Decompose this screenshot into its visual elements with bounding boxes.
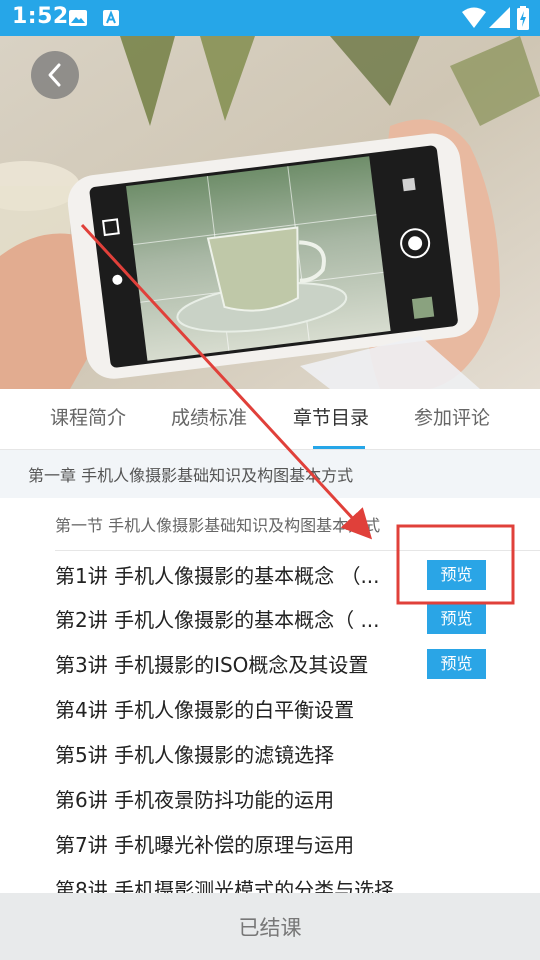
- back-button[interactable]: [31, 51, 79, 99]
- lecture-item-2[interactable]: 第2讲 手机人像摄影的基本概念（ ...: [55, 604, 380, 634]
- lecture-item-6[interactable]: 第6讲 手机夜景防抖功能的运用: [55, 784, 334, 814]
- tab-grading-standard[interactable]: 成绩标准: [148, 389, 270, 449]
- divider: [55, 550, 540, 551]
- preview-button-1[interactable]: 预览: [427, 560, 486, 590]
- tab-comments[interactable]: 参加评论: [391, 389, 513, 449]
- lecture-item-1[interactable]: 第1讲 手机人像摄影的基本概念 （...: [55, 560, 380, 590]
- chevron-left-icon: [48, 63, 61, 87]
- tab-chapter-catalog[interactable]: 章节目录: [270, 389, 392, 449]
- tab-course-intro[interactable]: 课程简介: [27, 389, 149, 449]
- chapter-header: 第一章 手机人像摄影基础知识及构图基本方式: [0, 450, 540, 498]
- lecture-item-3[interactable]: 第3讲 手机摄影的ISO概念及其设置: [55, 649, 368, 679]
- preview-button-3[interactable]: 预览: [427, 649, 486, 679]
- status-bar: 1:52: [0, 0, 540, 36]
- active-tab-indicator: [313, 446, 365, 449]
- status-time: 1:52: [12, 4, 69, 29]
- lecture-item-4[interactable]: 第4讲 手机人像摄影的白平衡设置: [55, 694, 354, 724]
- preview-button-2[interactable]: 预览: [427, 604, 486, 634]
- lecture-item-5[interactable]: 第5讲 手机人像摄影的滤镜选择: [55, 739, 334, 769]
- signal-icon: [489, 7, 511, 33]
- course-ended-label: 已结课: [238, 916, 302, 940]
- chapter-title: 第一章 手机人像摄影基础知识及构图基本方式: [28, 466, 354, 485]
- battery-icon: [517, 6, 529, 34]
- course-status-bar[interactable]: 已结课: [0, 893, 540, 960]
- section-title: 第一节 手机人像摄影基础知识及构图基本方式: [55, 516, 381, 535]
- app-notification-icon: [102, 8, 120, 32]
- tab-bar: 课程简介 成绩标准 章节目录 参加评论: [0, 389, 540, 450]
- image-notification-icon: [68, 8, 88, 32]
- course-cover-image: [0, 36, 540, 389]
- wifi-icon: [462, 7, 486, 33]
- lecture-item-7[interactable]: 第7讲 手机曝光补偿的原理与运用: [55, 829, 354, 859]
